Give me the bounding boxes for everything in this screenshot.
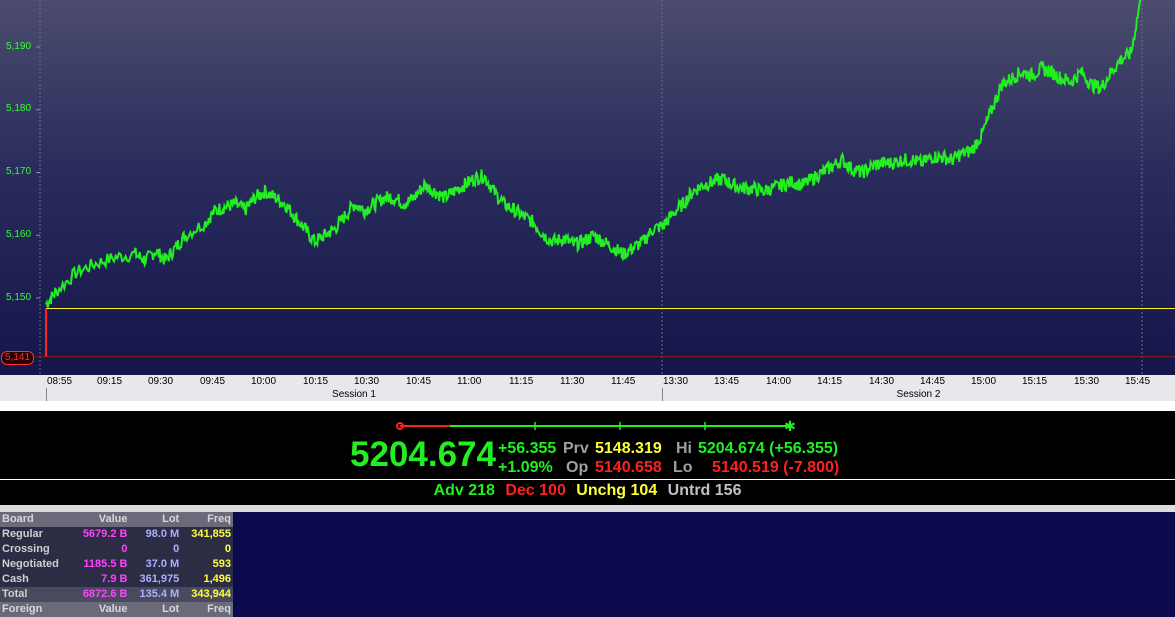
column-header[interactable]: Freq — [181, 602, 233, 617]
table-row[interactable]: Cash 7.9 B 361,975 1,496 — [0, 572, 233, 587]
untraded-count: Untrd 156 — [667, 482, 742, 499]
change-value: +56.355 — [498, 440, 557, 457]
column-header[interactable]: Value — [71, 602, 130, 617]
board-lot: 0 — [129, 542, 182, 557]
column-header[interactable]: Foreign — [0, 602, 72, 617]
day-range-bar: ✱ — [396, 419, 796, 433]
time-tick-label: 14:45 — [920, 376, 946, 387]
change-percent: +1.09% — [498, 459, 553, 476]
y-tick-label: 5,180 — [6, 103, 32, 114]
board-lot: 135.4 M — [129, 587, 182, 602]
time-tick-label: 14:30 — [869, 376, 895, 387]
column-header[interactable]: Freq — [181, 512, 233, 527]
decliners-count: Dec 100 — [505, 482, 566, 499]
column-header[interactable]: Board — [0, 512, 72, 527]
board-lot: 37.0 M — [129, 557, 182, 572]
price-line — [45, 0, 1142, 308]
prev-label: Prv — [563, 440, 589, 457]
time-tick-label: 10:45 — [406, 376, 432, 387]
board-value: 5679.2 B — [71, 527, 130, 542]
time-axis: 08:55 09:15 09:30 09:45 10:00 10:15 10:3… — [0, 375, 1175, 389]
unchanged-count: Unchg 104 — [576, 482, 658, 499]
intraday-chart[interactable]: 5,190 5,180 5,170 5,160 5,150 5,141 — [0, 0, 1175, 375]
board-freq: 593 — [181, 557, 233, 572]
chart-canvas[interactable] — [0, 0, 1175, 375]
time-tick-label: 08:55 — [47, 376, 73, 387]
y-tick-label: 5,190 — [6, 41, 32, 52]
y-tick-label: 5,160 — [6, 229, 32, 240]
column-header[interactable]: Lot — [129, 512, 182, 527]
time-tick-label: 15:45 — [1125, 376, 1151, 387]
time-tick-label: 13:30 — [663, 376, 689, 387]
board-lot: 98.0 M — [129, 527, 182, 542]
time-tick-label: 15:30 — [1074, 376, 1100, 387]
board-name: Total — [0, 587, 72, 602]
y-tick-label: 5,150 — [6, 292, 32, 303]
time-tick-label: 10:15 — [303, 376, 329, 387]
time-tick-label: 09:15 — [97, 376, 123, 387]
time-tick-label: 10:00 — [251, 376, 277, 387]
divider — [0, 401, 1175, 411]
board-summary-panel: Board Value Lot Freq Regular 5679.2 B 98… — [0, 512, 1175, 617]
board-freq: 341,855 — [181, 527, 233, 542]
open-label: Op — [566, 459, 589, 476]
time-tick-label: 10:30 — [354, 376, 380, 387]
board-value: 7.9 B — [71, 572, 130, 587]
time-tick-label: 11:45 — [611, 376, 636, 387]
high-label: Hi — [676, 440, 692, 457]
low-value: 5140.519 (-7.800) — [712, 459, 840, 476]
prev-value: 5148.319 — [595, 440, 662, 457]
time-tick-label: 11:30 — [560, 376, 585, 387]
board-value: 0 — [71, 542, 130, 557]
time-tick-label: 11:15 — [509, 376, 534, 387]
board-name: Negotiated — [0, 557, 72, 572]
table-header-row: Board Value Lot Freq — [0, 512, 233, 527]
time-tick-label: 14:15 — [817, 376, 843, 387]
board-name: Regular — [0, 527, 72, 542]
open-value: 5140.658 — [595, 459, 662, 476]
column-header[interactable]: Lot — [129, 602, 182, 617]
low-label: Lo — [673, 459, 693, 476]
board-value: 1185.5 B — [71, 557, 130, 572]
time-tick-label: 15:00 — [971, 376, 997, 387]
column-header[interactable]: Value — [71, 512, 130, 527]
session-axis: Session 1 Session 2 — [0, 388, 1175, 401]
index-summary: ✱ 5204.674 +56.355 +1.09% Prv 5148.319 O… — [0, 411, 1175, 479]
advancers-count: Adv 218 — [433, 482, 495, 499]
time-tick-label: 13:45 — [714, 376, 740, 387]
board-table: Board Value Lot Freq Regular 5679.2 B 98… — [0, 512, 233, 617]
high-value: 5204.674 (+56.355) — [698, 440, 839, 457]
board-freq: 1,496 — [181, 572, 233, 587]
session-label: Session 1 — [332, 389, 376, 400]
market-breadth: Adv 218 Dec 100 Unchg 104 Untrd 156 — [0, 480, 1175, 505]
range-current-marker: ✱ — [784, 419, 796, 433]
board-name: Cash — [0, 572, 72, 587]
time-tick-label: 14:00 — [766, 376, 792, 387]
last-price: 5204.674 — [350, 435, 496, 474]
table-row[interactable]: Negotiated 1185.5 B 37.0 M 593 — [0, 557, 233, 572]
time-tick-label: 09:45 — [200, 376, 226, 387]
table-row[interactable]: Regular 5679.2 B 98.0 M 341,855 — [0, 527, 233, 542]
time-tick-label: 11:00 — [457, 376, 482, 387]
table-row-total[interactable]: Total 6872.6 B 135.4 M 343,944 — [0, 587, 233, 602]
time-tick-label: 15:15 — [1022, 376, 1048, 387]
divider — [0, 505, 1175, 512]
prev-close-marker: 5,141 — [1, 351, 35, 365]
table-header-row: Foreign Value Lot Freq — [0, 602, 233, 617]
board-lot: 361,975 — [129, 572, 182, 587]
session-label: Session 2 — [896, 389, 941, 400]
board-value: 6872.6 B — [71, 587, 130, 602]
time-tick-label: 09:30 — [148, 376, 174, 387]
table-row[interactable]: Crossing 0 0 0 — [0, 542, 233, 557]
y-tick-label: 5,170 — [6, 166, 32, 177]
board-name: Crossing — [0, 542, 72, 557]
board-freq: 343,944 — [181, 587, 233, 602]
board-freq: 0 — [181, 542, 233, 557]
